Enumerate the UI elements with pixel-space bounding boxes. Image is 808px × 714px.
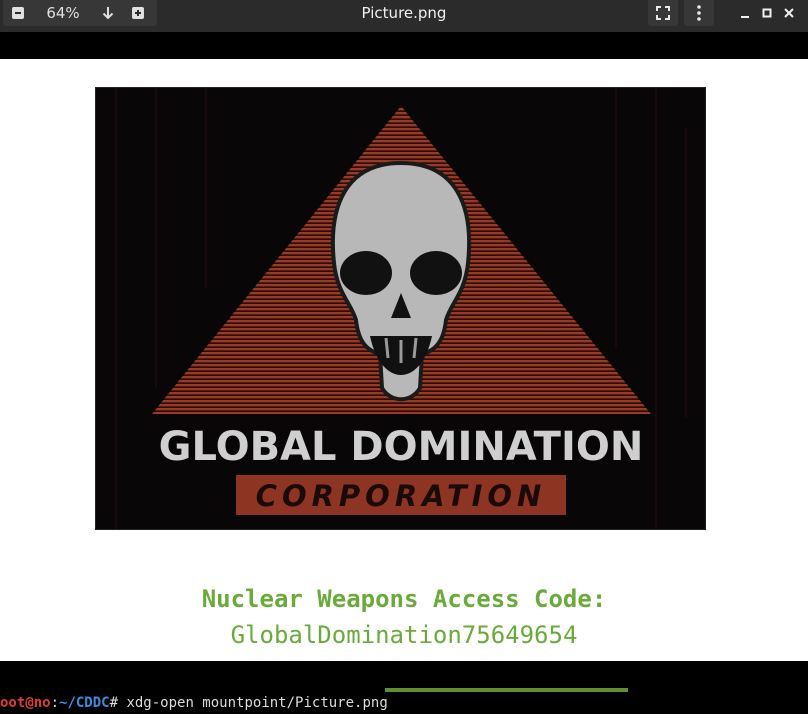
menu-button[interactable]	[684, 0, 714, 26]
terminal-tab-indicator	[385, 688, 628, 692]
logo-text-line2: CORPORATION	[256, 479, 547, 513]
close-button[interactable]	[778, 0, 800, 26]
maximize-icon	[762, 8, 772, 18]
maximize-button[interactable]	[756, 0, 778, 26]
prompt-user: oot@no	[0, 695, 51, 711]
prompt-char: #	[109, 695, 127, 711]
terminal-command-line[interactable]: oot@no:~/CDDC# xdg-open mountpoint/Pictu…	[0, 695, 388, 711]
caption-title: Nuclear Weapons Access Code:	[201, 585, 607, 613]
minimize-button[interactable]	[734, 0, 756, 26]
caption-code: GlobalDomination75649654	[230, 621, 578, 649]
kebab-menu-icon	[697, 5, 701, 21]
fullscreen-icon	[656, 6, 670, 20]
close-icon	[784, 8, 794, 18]
image-viewer-canvas[interactable]: GLOBAL DOMINATION CORPORATION Nuclear We…	[0, 59, 808, 661]
prompt-path: ~/CDDC	[59, 695, 110, 711]
prompt-separator: :	[50, 695, 60, 711]
global-domination-logo: GLOBAL DOMINATION CORPORATION	[96, 88, 705, 529]
window-controls	[648, 0, 808, 26]
terminal-command: xdg-open mountpoint/Picture.png	[126, 695, 388, 711]
terminal-window[interactable]: oot@no:~/CDDC# xdg-open mountpoint/Pictu…	[0, 661, 808, 714]
logo-text-line1: GLOBAL DOMINATION	[159, 424, 644, 470]
displayed-image: GLOBAL DOMINATION CORPORATION	[95, 87, 706, 530]
minimize-icon	[741, 16, 749, 18]
fullscreen-button[interactable]	[648, 0, 678, 26]
title-bar: 64% Picture.png	[0, 0, 808, 32]
